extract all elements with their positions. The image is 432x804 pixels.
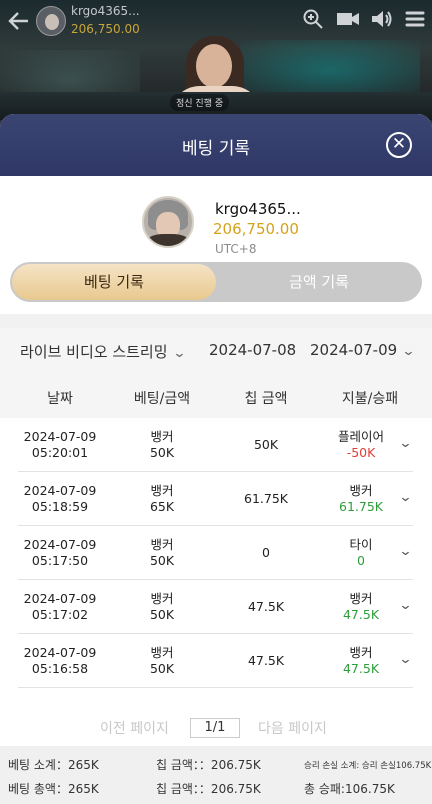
- zoom-icon[interactable]: [302, 8, 324, 32]
- row-result: 뱅커 47.5K: [342, 591, 380, 622]
- start-date-picker[interactable]: 2024-07-08: [209, 341, 296, 359]
- modal-title: 베팅 기록: [182, 139, 250, 159]
- profile-balance: 206,750.00: [213, 220, 299, 238]
- bet-history-modal: 베팅 기록 ✕ krgo4365... 206,750.00 UTC+8 베팅 …: [0, 114, 432, 804]
- column-date: 날짜: [47, 391, 73, 407]
- column-chip-amount: 칩 금액: [244, 391, 288, 407]
- top-icons: [302, 8, 426, 32]
- chevron-down-icon: ⌄: [171, 346, 187, 361]
- summary-panel: 베팅 소계：265K 칩 금액：：206.75K 승리 손실 소계: 승리 손실…: [0, 746, 432, 804]
- back-icon[interactable]: [6, 8, 32, 34]
- bet-subtotal: 베팅 소계：265K: [8, 758, 99, 772]
- row-datetime: 2024-07-09 05:20:01: [23, 429, 97, 460]
- dealer-face: [196, 44, 232, 88]
- win-loss-total: 총 승패:106.75K: [304, 782, 395, 796]
- table-row[interactable]: 2024-07-09 05:18:59 뱅커 65K 61.75K 뱅커 61.75K…: [18, 472, 413, 526]
- divider: [0, 314, 432, 328]
- game-type-label: 라이브 비디오 스트리밍: [20, 343, 168, 361]
- row-bet: 뱅커 65K: [149, 483, 175, 514]
- table-row[interactable]: 2024-07-09 05:17:02 뱅커 50K 47.5K 뱅커 47.5K ⌄: [18, 580, 413, 634]
- next-page-button[interactable]: 다음 페이지: [258, 718, 327, 738]
- win-loss-subtotal: 승리 손실 소계: 승리 손실106.75K: [304, 761, 432, 771]
- row-result: 플레이어 -50K: [337, 429, 384, 460]
- prev-page-button[interactable]: 이전 페이지: [100, 718, 169, 738]
- chevron-down-icon[interactable]: ⌄: [398, 544, 412, 559]
- tab-bet-records[interactable]: 베팅 기록: [12, 264, 216, 300]
- live-status-tag: 정신 진행 중: [170, 94, 230, 111]
- column-bet-amount: 베팅/금액: [133, 391, 191, 407]
- table-row[interactable]: 2024-07-09 05:20:01 뱅커 50K 50K 플레이어 -50K ⌄: [18, 418, 413, 472]
- speaker-icon[interactable]: [370, 8, 392, 32]
- avatar: [142, 196, 194, 248]
- row-result: 타이 0: [349, 537, 373, 568]
- row-bet: 뱅커 50K: [149, 645, 175, 676]
- row-result: 뱅커 61.75K: [339, 483, 383, 514]
- top-username: krgo4365...: [71, 4, 140, 18]
- row-bet: 뱅커 50K: [149, 537, 175, 568]
- row-chip: 47.5K: [247, 599, 285, 614]
- column-payout: 지불/승패: [341, 391, 399, 407]
- start-date-label: 2024-07-08: [209, 341, 297, 359]
- row-datetime: 2024-07-09 05:16:58: [23, 645, 97, 676]
- tab-amount-records[interactable]: 금액 기록: [218, 262, 420, 302]
- row-chip: 50K: [253, 437, 279, 452]
- profile-timezone: UTC+8: [215, 242, 257, 256]
- filter-bar: 라이브 비디오 스트리밍 ⌄ 2024-07-08 2024-07-09 ⌄: [0, 328, 432, 374]
- chip-total: 칩 금액：：206.75K: [156, 782, 261, 796]
- end-date-picker[interactable]: 2024-07-09 ⌄: [310, 341, 416, 359]
- top-bar: krgo4365... 206,750.00: [0, 0, 432, 42]
- row-chip: 47.5K: [247, 653, 285, 668]
- close-icon[interactable]: ✕: [386, 132, 412, 158]
- pagination: 이전 페이지 1/1 다음 페이지: [0, 718, 432, 740]
- chevron-down-icon[interactable]: ⌄: [398, 436, 412, 451]
- camera-icon[interactable]: [336, 8, 359, 32]
- chevron-down-icon: ⌄: [401, 344, 416, 359]
- table-row[interactable]: 2024-07-09 05:16:58 뱅커 50K 47.5K 뱅커 47.5K ⌄: [18, 634, 413, 688]
- game-type-select[interactable]: 라이브 비디오 스트리밍 ⌄: [20, 341, 187, 362]
- page-indicator: 1/1: [190, 718, 240, 738]
- chip-subtotal: 칩 금액：：206.75K: [156, 758, 261, 772]
- chevron-down-icon[interactable]: ⌄: [398, 598, 412, 613]
- row-datetime: 2024-07-09 05:17:50: [23, 537, 97, 568]
- avatar[interactable]: [36, 6, 66, 36]
- profile-section: krgo4365... 206,750.00 UTC+8: [0, 176, 432, 260]
- top-balance: 206,750.00: [71, 22, 140, 36]
- table-header: 날짜 베팅/금액 칩 금액 지불/승패: [0, 374, 432, 418]
- row-datetime: 2024-07-09 05:18:59: [23, 483, 97, 514]
- table-row[interactable]: 2024-07-09 05:17:50 뱅커 50K 0 타이 0 ⌄: [18, 526, 413, 580]
- end-date-label: 2024-07-09: [310, 341, 398, 359]
- row-bet: 뱅커 50K: [149, 591, 175, 622]
- record-tabs: 베팅 기록 금액 기록: [10, 262, 422, 302]
- live-video: 정신 진행 중 krgo4365... 206,750.00: [0, 0, 432, 120]
- bet-total: 베팅 총액：265K: [8, 782, 99, 796]
- menu-icon[interactable]: [404, 8, 426, 32]
- chevron-down-icon[interactable]: ⌄: [398, 652, 412, 667]
- modal-header: 베팅 기록 ✕: [0, 114, 432, 176]
- background-light: [240, 40, 420, 100]
- row-datetime: 2024-07-09 05:17:02: [23, 591, 97, 622]
- profile-username: krgo4365...: [215, 200, 301, 218]
- row-chip: 0: [262, 545, 270, 560]
- row-bet: 뱅커 50K: [149, 429, 175, 460]
- row-chip: 61.75K: [244, 491, 288, 506]
- row-result: 뱅커 47.5K: [342, 645, 380, 676]
- chevron-down-icon[interactable]: ⌄: [398, 490, 412, 505]
